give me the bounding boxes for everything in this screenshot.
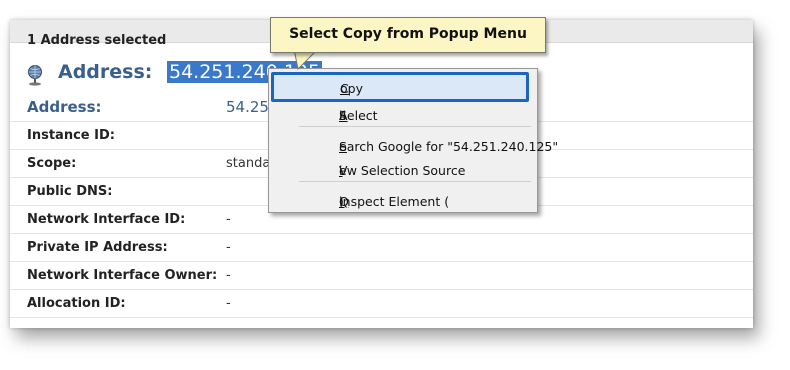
menu-separator bbox=[299, 126, 531, 127]
detail-key: Network Interface ID: bbox=[27, 212, 186, 227]
detail-key: Private IP Address: bbox=[27, 240, 168, 255]
detail-key: Allocation ID: bbox=[27, 296, 126, 311]
detail-key: Instance ID: bbox=[27, 128, 115, 143]
detail-key: Scope: bbox=[27, 156, 77, 171]
callout-text: Select Copy from Popup Menu bbox=[289, 26, 527, 42]
detail-key: Address: bbox=[27, 98, 102, 116]
menu-item-view-selection-source[interactable]: Vi ew Selection Source bbox=[273, 155, 533, 178]
selection-count-text: 1 Address selected bbox=[27, 33, 167, 48]
menu-item-select-all[interactable]: Select All bbox=[273, 100, 533, 123]
context-menu: Copy Select All Search Google for "54.25… bbox=[268, 68, 558, 213]
detail-key: Network Interface Owner: bbox=[27, 268, 218, 283]
detail-value: - bbox=[226, 268, 231, 283]
detail-key: Public DNS: bbox=[27, 184, 113, 199]
detail-value: 54.25 bbox=[226, 98, 269, 116]
menu-item-inspect-element[interactable]: Inspect Element (Q) bbox=[273, 186, 533, 209]
menu-separator bbox=[299, 181, 531, 182]
detail-value: - bbox=[226, 212, 231, 227]
address-details-panel: 1 Address selected Address: 54.251.240.1… bbox=[10, 20, 753, 328]
instruction-callout: Select Copy from Popup Menu bbox=[270, 17, 546, 53]
detail-value: - bbox=[226, 240, 231, 255]
detail-value: standa bbox=[226, 156, 271, 171]
address-title-label: Address: bbox=[58, 61, 153, 83]
detail-row-network-interface-owner: Network Interface Owner: - bbox=[10, 262, 753, 290]
menu-item-search-google[interactable]: Search Google for "54.251.240.125" bbox=[273, 131, 558, 154]
detail-row-private-ip: Private IP Address: - bbox=[10, 234, 753, 262]
globe-pin-icon bbox=[28, 65, 42, 86]
menu-item-copy[interactable]: Copy bbox=[271, 72, 529, 102]
detail-value: - bbox=[226, 296, 231, 311]
detail-row-allocation-id: Allocation ID: - bbox=[10, 290, 753, 318]
